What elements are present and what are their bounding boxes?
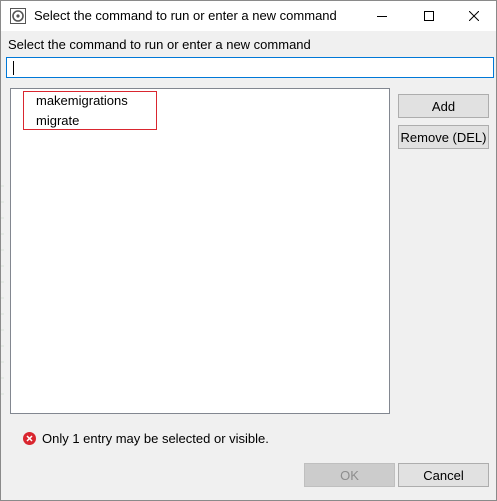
close-icon [469,11,479,21]
eclipse-dialog-icon [10,8,26,24]
close-button[interactable] [451,1,497,31]
command-input[interactable] [6,57,494,78]
maximize-button[interactable] [406,1,452,31]
error-icon [23,431,36,445]
command-list[interactable] [10,88,390,414]
status-message: Only 1 entry may be selected or visible. [42,430,269,446]
remove-button[interactable]: Remove (DEL) [398,125,489,149]
add-button[interactable]: Add [398,94,489,118]
status-row: Only 1 entry may be selected or visible. [23,430,269,446]
title-bar: Select the command to run or enter a new… [1,1,496,31]
prompt-label: Select the command to run or enter a new… [8,37,311,52]
list-item-migrate[interactable]: migrate [36,113,79,128]
maximize-icon [424,11,434,21]
ok-button[interactable]: OK [304,463,395,487]
minimize-button[interactable] [359,1,405,31]
text-caret [13,61,14,75]
background-edge [1,171,4,401]
window-title: Select the command to run or enter a new… [34,8,337,23]
minimize-icon [377,16,387,17]
cancel-button[interactable]: Cancel [398,463,489,487]
list-item-makemigrations[interactable]: makemigrations [36,93,128,108]
dialog-window: Select the command to run or enter a new… [0,0,497,501]
